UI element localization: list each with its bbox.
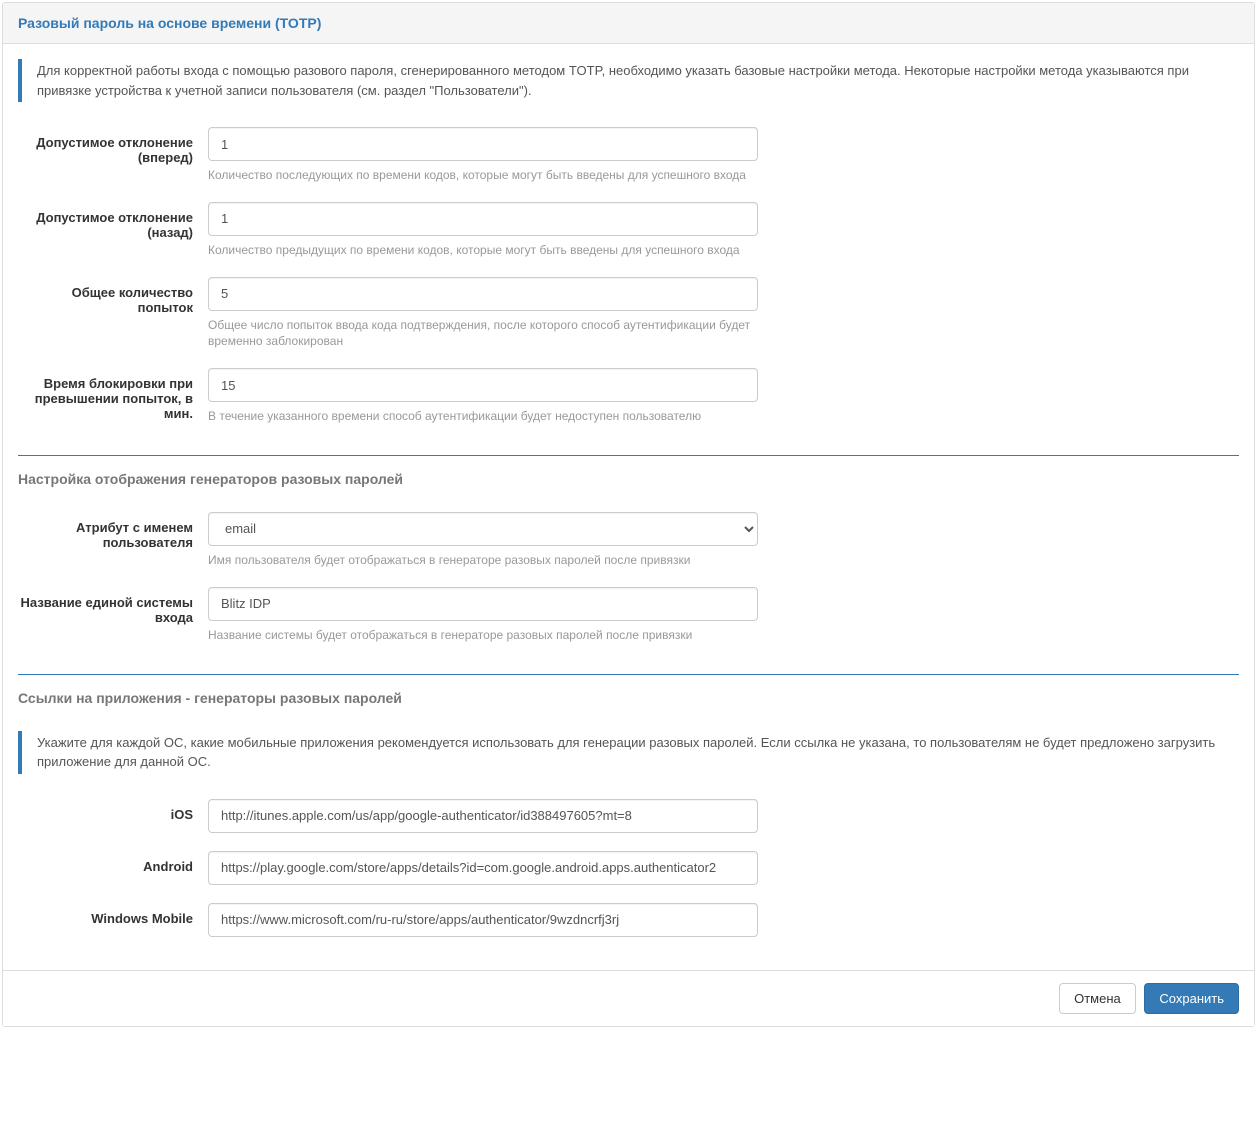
panel-heading: Разовый пароль на основе времени (TOTP) <box>3 3 1254 44</box>
label-backward-deviation: Допустимое отклонение (назад) <box>18 202 208 240</box>
input-backward-deviation[interactable] <box>208 202 758 236</box>
row-backward-deviation: Допустимое отклонение (назад) Количество… <box>18 202 1239 259</box>
links-info-text: Укажите для каждой ОС, какие мобильные п… <box>37 735 1215 770</box>
divider-display-section <box>18 455 1239 456</box>
links-info-block: Укажите для каждой ОС, какие мобильные п… <box>18 731 1239 774</box>
row-ios-link: iOS <box>18 799 1239 833</box>
row-forward-deviation: Допустимое отклонение (вперед) Количеств… <box>18 127 1239 184</box>
help-forward-deviation: Количество последующих по времени кодов,… <box>208 167 758 184</box>
label-ios: iOS <box>18 799 208 822</box>
divider-links-section <box>18 674 1239 675</box>
input-android-link[interactable] <box>208 851 758 885</box>
cancel-button[interactable]: Отмена <box>1059 983 1136 1014</box>
input-windows-link[interactable] <box>208 903 758 937</box>
input-forward-deviation[interactable] <box>208 127 758 161</box>
row-windows-link: Windows Mobile <box>18 903 1239 937</box>
help-total-attempts: Общее число попыток ввода кода подтвержд… <box>208 317 758 351</box>
heading-links-section: Ссылки на приложения - генераторы разовы… <box>18 690 1239 706</box>
input-total-attempts[interactable] <box>208 277 758 311</box>
input-ios-link[interactable] <box>208 799 758 833</box>
select-username-attr[interactable]: email <box>208 512 758 546</box>
intro-text: Для корректной работы входа с помощью ра… <box>37 63 1189 98</box>
totp-settings-panel: Разовый пароль на основе времени (TOTP) … <box>2 2 1255 1027</box>
help-username-attr: Имя пользователя будет отображаться в ге… <box>208 552 758 569</box>
panel-body: Для корректной работы входа с помощью ра… <box>3 44 1254 970</box>
help-backward-deviation: Количество предыдущих по времени кодов, … <box>208 242 758 259</box>
row-username-attr: Атрибут с именем пользователя email Имя … <box>18 512 1239 569</box>
row-total-attempts: Общее количество попыток Общее число поп… <box>18 277 1239 351</box>
label-lock-time: Время блокировки при превышении попыток,… <box>18 368 208 421</box>
input-lock-time[interactable] <box>208 368 758 402</box>
heading-display-section: Настройка отображения генераторов разовы… <box>18 471 1239 487</box>
row-system-name: Название единой системы входа Название с… <box>18 587 1239 644</box>
input-system-name[interactable] <box>208 587 758 621</box>
help-lock-time: В течение указанного времени способ ауте… <box>208 408 758 425</box>
panel-footer: Отмена Сохранить <box>3 970 1254 1026</box>
intro-info-block: Для корректной работы входа с помощью ра… <box>18 59 1239 102</box>
label-total-attempts: Общее количество попыток <box>18 277 208 315</box>
label-android: Android <box>18 851 208 874</box>
label-windows: Windows Mobile <box>18 903 208 926</box>
panel-title: Разовый пароль на основе времени (TOTP) <box>18 15 1239 31</box>
row-lock-time: Время блокировки при превышении попыток,… <box>18 368 1239 425</box>
label-username-attr: Атрибут с именем пользователя <box>18 512 208 550</box>
save-button[interactable]: Сохранить <box>1144 983 1239 1014</box>
help-system-name: Название системы будет отображаться в ге… <box>208 627 758 644</box>
label-forward-deviation: Допустимое отклонение (вперед) <box>18 127 208 165</box>
label-system-name: Название единой системы входа <box>18 587 208 625</box>
row-android-link: Android <box>18 851 1239 885</box>
